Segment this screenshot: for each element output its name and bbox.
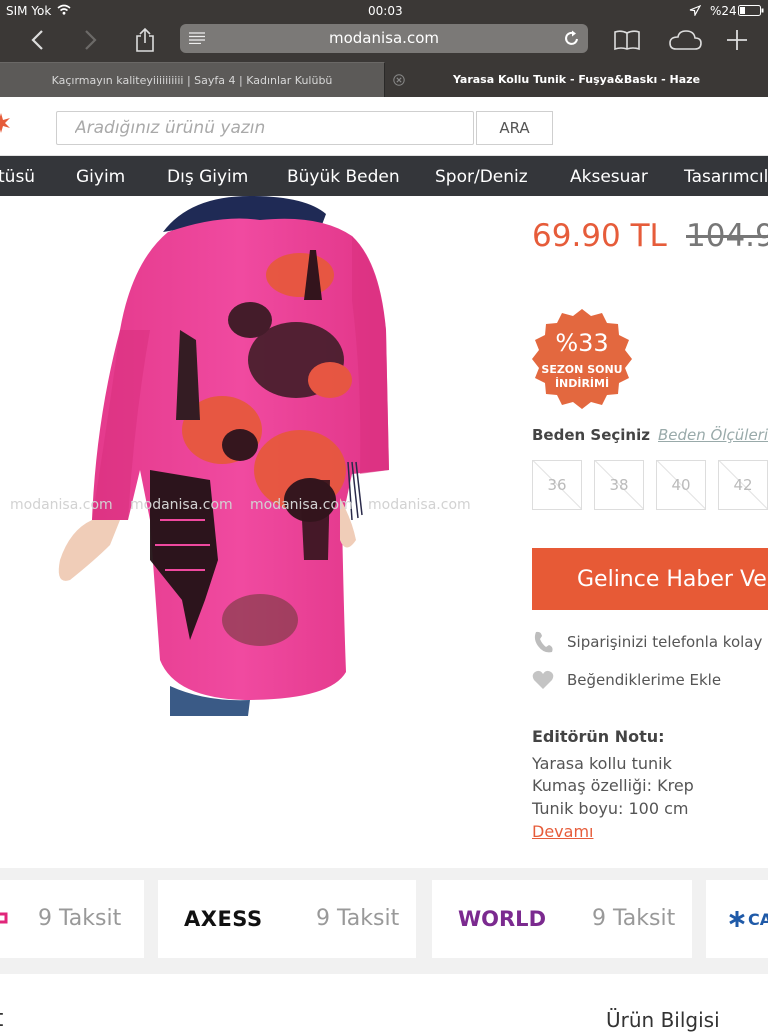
url-text: modanisa.com	[329, 29, 439, 47]
editor-note-line: Yarasa kollu tunik	[532, 754, 672, 773]
wifi-icon	[57, 4, 71, 15]
notify-when-available-button[interactable]: Gelince Haber Ve	[532, 548, 768, 610]
favorites-text: Beğendiklerime Ekle	[567, 671, 722, 689]
tab-title: Yarasa Kollu Tunik - Fuşya&Baskı - Haze	[452, 73, 701, 86]
plus-icon	[727, 30, 747, 50]
product-image[interactable]	[0, 196, 500, 756]
installment-label: 9 Taksit	[316, 906, 400, 931]
heart-icon	[532, 670, 554, 689]
badge-seal-icon	[532, 309, 632, 409]
tab-active-product[interactable]: Yarasa Kollu Tunik - Fuşya&Baskı - Haze	[385, 62, 768, 97]
nav-item-spor-deniz[interactable]: Spor/Deniz	[435, 167, 528, 187]
clock: 00:03	[368, 4, 403, 18]
discount-line2: İNDİRİMİ	[554, 377, 610, 390]
address-bar[interactable]: modanisa.com	[180, 24, 588, 53]
axess-logo-text: AXESS	[184, 907, 263, 931]
battery-icon	[738, 5, 764, 16]
asterisk-logo-icon	[729, 911, 745, 927]
bookmarks-button[interactable]	[610, 20, 644, 60]
nav-item-giyim[interactable]: Giyim	[76, 167, 125, 187]
back-button[interactable]	[22, 20, 52, 60]
forward-button[interactable]	[76, 20, 106, 60]
icloud-tabs-button[interactable]	[664, 20, 706, 60]
watermark: modanisa.com	[10, 497, 113, 513]
read-more-link[interactable]: Devamı	[532, 822, 593, 841]
close-tab-icon[interactable]	[393, 74, 405, 86]
editor-note-title: Editörün Notu:	[532, 727, 665, 746]
book-icon	[614, 30, 640, 51]
reload-icon[interactable]	[564, 30, 580, 47]
logo-icon[interactable]	[0, 112, 12, 134]
size-select-label: Beden Seçiniz	[532, 426, 650, 444]
world-logo-text: WORLD	[458, 907, 546, 931]
sale-price: 69.90 TL	[532, 218, 667, 254]
phone-icon	[534, 631, 553, 653]
new-tab-button[interactable]	[722, 20, 752, 60]
tab-kadinlar-kulubu[interactable]: Kaçırmayın kaliteyiiiiiiiiii | Sayfa 4 |…	[0, 62, 385, 98]
category-nav: tüsü Giyim Dış Giyim Büyük Beden Spor/De…	[0, 156, 768, 196]
discount-percent: %33	[555, 329, 609, 357]
chevron-left-icon	[31, 30, 43, 50]
size-option-40[interactable]: 40	[656, 460, 706, 510]
installment-label: 9 Taksit	[592, 906, 676, 931]
share-icon	[136, 27, 154, 52]
installment-card-cardfinans[interactable]: CA	[706, 880, 768, 958]
nav-item-truncated[interactable]: tüsü	[0, 167, 35, 187]
chevron-right-icon	[85, 30, 97, 50]
watermark: modanisa.com	[368, 497, 471, 513]
size-option-42[interactable]: 42	[718, 460, 768, 510]
battery-percent: %24	[710, 4, 737, 18]
search-button[interactable]: ARA	[476, 111, 553, 145]
location-arrow-icon	[689, 5, 701, 16]
nav-item-buyuk-beden[interactable]: Büyük Beden	[287, 167, 400, 187]
discount-line1: SEZON SONU	[541, 363, 623, 376]
size-option-38[interactable]: 38	[594, 460, 644, 510]
nav-item-dis-giyim[interactable]: Dış Giyim	[167, 167, 248, 187]
nav-item-tasarimcilar[interactable]: Tasarımcıla	[684, 167, 768, 187]
editor-note-line: Tunik boyu: 100 cm	[532, 799, 689, 818]
card-brand-logo-icon	[0, 912, 8, 924]
card-logo-text: CA	[748, 910, 768, 929]
share-button[interactable]	[130, 20, 160, 60]
cloud-icon	[669, 30, 702, 50]
discount-badge: %33 SEZON SONU İNDİRİMİ	[529, 308, 635, 410]
watermark: modanisa.com	[250, 497, 353, 513]
nav-item-aksesuar[interactable]: Aksesuar	[570, 167, 648, 187]
watermark: modanisa.com	[130, 497, 233, 513]
installment-label: 9 Taksit	[38, 906, 122, 931]
product-info-heading[interactable]: Ürün Bilgisi	[606, 1008, 720, 1032]
size-option-36[interactable]: 36	[532, 460, 582, 510]
size-chart-link[interactable]: Beden Ölçüleri	[658, 426, 768, 444]
tab-title: Kaçırmayın kaliteyiiiiiiiiii | Sayfa 4 |…	[51, 74, 333, 87]
tab-bar: Kaçırmayın kaliteyiiiiiiiiii | Sayfa 4 |…	[0, 62, 768, 98]
original-price: 104.9	[686, 218, 768, 254]
search-input[interactable]	[56, 111, 474, 145]
status-bar: SIM Yok 00:03 %24	[0, 0, 768, 20]
phone-order-text: Siparişinizi telefonla kolay	[567, 633, 763, 651]
editor-note-line: Kumaş özelliği: Krep	[532, 776, 694, 795]
section-heading-left: t	[0, 1004, 3, 1032]
carrier-label: SIM Yok	[6, 4, 52, 18]
